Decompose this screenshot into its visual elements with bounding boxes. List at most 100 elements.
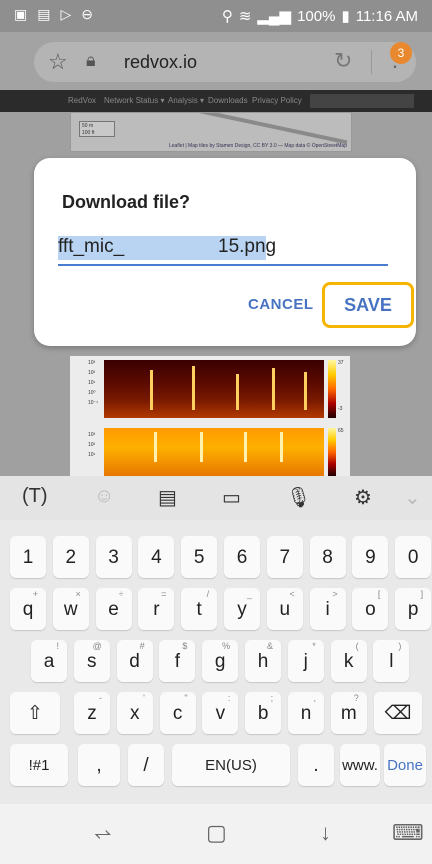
map-image[interactable]: 50 m 100 ft Leaflet | Map tiles by Stame… [70, 112, 352, 152]
nav-downloads[interactable]: Downloads [208, 96, 248, 105]
key-u[interactable]: u < [266, 588, 303, 630]
key-z-alt: - [99, 693, 102, 703]
key-1[interactable]: 1 [10, 536, 46, 578]
key-n[interactable]: n, [288, 692, 324, 734]
sticker-icon[interactable]: ▭ [222, 485, 241, 510]
key-u-alt: < [289, 589, 295, 599]
space-key[interactable]: EN(US) [172, 744, 290, 786]
slash-key[interactable]: / [128, 744, 164, 786]
nav-privacy-policy[interactable]: Privacy Policy [252, 96, 302, 105]
save-button[interactable]: SAVE [322, 282, 414, 328]
key-j[interactable]: j * [287, 640, 324, 682]
key-w[interactable]: w × [52, 588, 89, 630]
address-bar[interactable]: ☆ 🔒︎ redvox.io ↻ ⋮ 3 [34, 42, 416, 82]
key-7[interactable]: 7 [266, 536, 303, 578]
gallery-icon: ▣ [14, 6, 28, 22]
key-r-label: r [153, 599, 160, 620]
key-x-alt: ' [143, 693, 145, 703]
comma-key[interactable]: , [78, 744, 120, 786]
key-t[interactable]: t / [181, 588, 218, 630]
spec1-yticks: 10³ 10² 10¹ 10⁰ 10⁻¹ [88, 358, 98, 408]
key-e[interactable]: e ÷ [95, 588, 132, 630]
key-m[interactable]: m? [330, 692, 367, 734]
clock: 11:16 AM [355, 7, 418, 25]
key-m-label: m [340, 703, 357, 724]
spectrogram-streak [192, 366, 195, 410]
key-3[interactable]: 3 [95, 536, 132, 578]
tab-count-badge[interactable]: 3 [390, 42, 412, 64]
key-y[interactable]: y _ [224, 588, 260, 630]
colorbar-1 [328, 360, 336, 418]
key-f[interactable]: f $ [159, 640, 196, 682]
www-key[interactable]: www. [340, 744, 380, 786]
spectrogram-1-plot [104, 360, 324, 418]
key-v[interactable]: v: [202, 692, 239, 734]
symbols-key[interactable]: !#1 [10, 744, 68, 786]
nav-analysis[interactable]: Analysis ▾ [168, 96, 204, 105]
slash-key-label: / [143, 755, 149, 776]
key-d-label: d [129, 651, 140, 672]
map-road [170, 113, 348, 145]
key-l[interactable]: l) [373, 640, 410, 682]
key-j-alt: * [312, 641, 316, 651]
key-8[interactable]: 8 [309, 536, 346, 578]
key-5[interactable]: 5 [181, 536, 218, 578]
key-r[interactable]: r = [138, 588, 175, 630]
key-q[interactable]: q + [10, 588, 46, 630]
spectrogram-streak [236, 374, 239, 410]
url-text[interactable]: redvox.io [124, 52, 197, 73]
period-key[interactable]: . [298, 744, 334, 786]
clipboard-icon[interactable]: ▤ [158, 485, 177, 510]
key-x[interactable]: x ' [116, 692, 153, 734]
play-icon: ▷ [60, 6, 72, 22]
filename-input[interactable]: fft_mic_ 15.png [58, 232, 388, 266]
key-6[interactable]: 6 [224, 536, 260, 578]
done-key[interactable]: Done [384, 744, 426, 786]
key-i-alt: > [332, 589, 338, 599]
key-2[interactable]: 2 [52, 536, 89, 578]
key-d[interactable]: d # [116, 640, 153, 682]
comma-key-label: , [96, 755, 102, 776]
key-p[interactable]: p] [395, 588, 432, 630]
key-0[interactable]: 0 [395, 536, 432, 578]
microphone-icon[interactable]: 🎙︎ [286, 485, 311, 510]
recent-apps-icon[interactable]: ⥋ [94, 820, 112, 846]
key-i[interactable]: i > [309, 588, 346, 630]
nav-brand[interactable]: RedVox [68, 96, 96, 105]
key-h[interactable]: h & [245, 640, 281, 682]
key-o[interactable]: o[ [352, 588, 389, 630]
backspace-key-label: ⌫ [384, 703, 412, 724]
symbols-key-label: !#1 [28, 757, 50, 774]
key-s[interactable]: s @ [73, 640, 110, 682]
emoji-icon[interactable]: ☺ [94, 485, 114, 508]
key-4[interactable]: 4 [138, 536, 175, 578]
site-search[interactable] [310, 94, 414, 108]
backspace-key[interactable]: ⌫ [374, 692, 422, 734]
keyboard-hide-icon[interactable]: ⌨ [392, 820, 424, 846]
key-w-alt: × [75, 589, 81, 599]
key-a[interactable]: a! [31, 640, 67, 682]
shift-key[interactable]: ⇧ [10, 692, 60, 734]
home-icon[interactable]: ▢ [206, 820, 227, 846]
cancel-button[interactable]: CANCEL [248, 296, 314, 313]
period-key-label: . [313, 755, 319, 776]
text-cursor-icon[interactable]: (T) [22, 485, 48, 508]
chevron-down-icon[interactable]: ⌄ [404, 485, 421, 510]
nav-network-status[interactable]: Network Status ▾ [104, 96, 164, 105]
key-b[interactable]: b; [245, 692, 282, 734]
spec2-ytick: 10³ [88, 432, 96, 438]
gear-icon[interactable]: ⚙ [354, 485, 372, 510]
keyboard-toolbar: (T) ☺ ▤ ▭ 🎙︎ ⚙ ⌄ [0, 476, 432, 520]
reload-icon[interactable]: ↻ [334, 48, 352, 74]
colorbar-2 [328, 428, 336, 476]
key-z[interactable]: z- [74, 692, 110, 734]
key-c[interactable]: c " [159, 692, 196, 734]
back-icon[interactable]: ↓ [320, 820, 331, 846]
key-g[interactable]: g% [202, 640, 239, 682]
key-n-label: n [300, 703, 312, 724]
key-k[interactable]: k( [330, 640, 367, 682]
key-t-alt: / [206, 589, 210, 599]
key-9[interactable]: 9 [352, 536, 389, 578]
key-z-label: z [87, 703, 97, 724]
bookmark-star-icon[interactable]: ☆ [48, 49, 68, 75]
